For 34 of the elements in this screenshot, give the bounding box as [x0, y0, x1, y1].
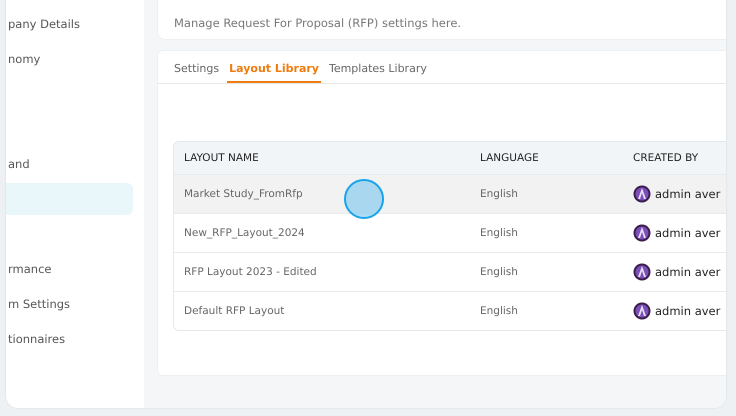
sidebar-item[interactable]: pany Details	[6, 6, 144, 41]
avatar-icon	[633, 224, 651, 242]
table-row[interactable]: RFP Layout 2023 - Edited English admin aver	[174, 252, 726, 291]
sidebar-item[interactable]: nomy	[6, 41, 144, 76]
sidebar-item[interactable]: tionnaires	[6, 321, 144, 356]
creator-name: admin aver	[655, 226, 720, 240]
avatar-icon	[633, 302, 651, 320]
click-indicator	[344, 179, 384, 219]
creator-name: admin aver	[655, 304, 720, 318]
creator-name: admin aver	[655, 187, 720, 201]
table-row[interactable]: New_RFP_Layout_2024 English admin aver	[174, 213, 726, 252]
tab[interactable]: Templates Library	[326, 51, 429, 83]
column-header: LANGUAGE	[480, 152, 540, 164]
table-cell-text: English	[480, 188, 519, 200]
table-cell-text: English	[480, 227, 519, 239]
creator-name: admin aver	[655, 265, 720, 279]
table-cell-text: RFP Layout 2023 - Edited	[184, 266, 318, 278]
avatar-icon	[633, 263, 651, 281]
table-row[interactable]: Default RFP Layout English admin aver	[174, 291, 726, 330]
table-cell-text: English	[480, 305, 519, 317]
column-header: CREATED BY	[633, 152, 700, 164]
sidebar-item[interactable]: and	[6, 146, 144, 181]
sidebar-item[interactable]	[6, 183, 133, 215]
table-row[interactable]: Market Study_FromRfp English admin aver	[174, 174, 726, 213]
tab[interactable]: Settings	[172, 51, 222, 83]
table-cell-text: Market Study_FromRfp	[184, 188, 304, 200]
avatar-icon	[633, 185, 651, 203]
table-cell-text: Default RFP Layout	[184, 305, 286, 317]
table-cell-text: New_RFP_Layout_2024	[184, 227, 306, 239]
column-header: LAYOUT NAME	[184, 152, 260, 164]
page-description: Manage Request For Proposal (RFP) settings here.	[174, 16, 462, 30]
table-cell-text: English	[480, 266, 519, 278]
sidebar-item[interactable]: rmance	[6, 251, 144, 286]
sidebar-item[interactable]: m Settings	[6, 286, 144, 321]
